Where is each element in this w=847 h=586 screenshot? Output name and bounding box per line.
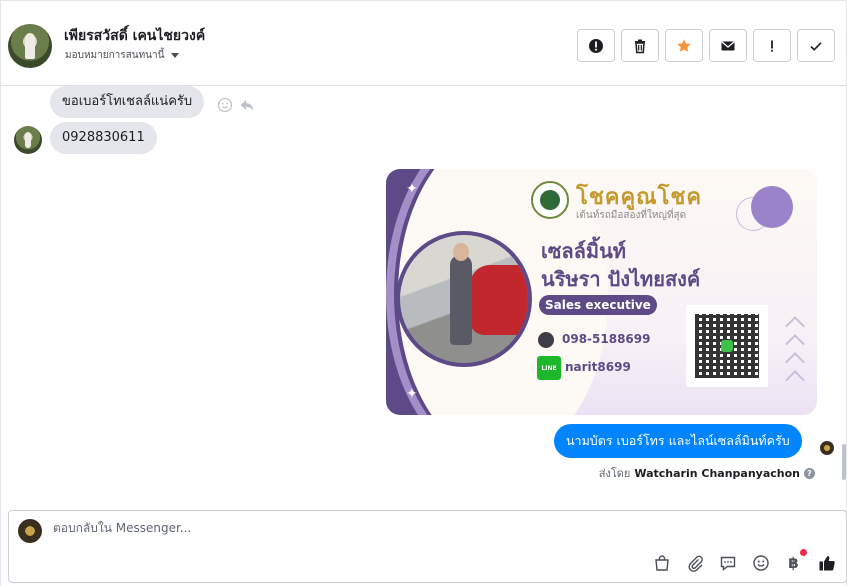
shop-button[interactable] bbox=[652, 553, 671, 572]
star-button[interactable] bbox=[665, 29, 703, 62]
conversation-actions bbox=[577, 29, 835, 62]
check-icon bbox=[810, 41, 822, 51]
sent-by-label: ส่งโดย bbox=[598, 467, 631, 480]
star-icon bbox=[677, 38, 691, 52]
saved-replies-button[interactable] bbox=[718, 553, 737, 572]
contact-avatar-small bbox=[14, 126, 42, 154]
delete-button[interactable] bbox=[621, 29, 659, 62]
reply-input[interactable] bbox=[53, 521, 613, 535]
messenger-conversation: เพียรสวัสดิ์ เคนไชยวงค์ มอบหมายการสนทนาน… bbox=[0, 0, 847, 586]
mark-unread-button[interactable] bbox=[709, 29, 747, 62]
payment-icon: ฿ bbox=[788, 553, 799, 572]
trash-icon bbox=[635, 39, 645, 53]
assign-conversation-dropdown[interactable]: มอบหมายการสนทนานี้ bbox=[65, 48, 180, 63]
attach-button[interactable] bbox=[685, 553, 704, 572]
line-icon: LINE bbox=[537, 356, 561, 380]
qr-code bbox=[686, 305, 768, 387]
brand-tagline: เต้นท์รถมือสองที่ใหญ่ที่สุด bbox=[576, 210, 687, 221]
business-card-image[interactable]: ✦ ✦ โชคคูณโชค เต้นท์รถมือสองที่ใหญ่ที่สุ… bbox=[386, 169, 817, 415]
outgoing-message: นามบัตร เบอร์โทร และไลน์เซลล์มินท์ครับ bbox=[554, 424, 802, 458]
help-icon[interactable]: ? bbox=[804, 467, 815, 479]
mark-done-button[interactable] bbox=[797, 29, 835, 62]
contact-avatar[interactable] bbox=[8, 24, 52, 68]
like-button[interactable] bbox=[817, 553, 836, 572]
scrollbar[interactable] bbox=[842, 444, 846, 480]
message-actions bbox=[217, 97, 255, 113]
reply-icon[interactable] bbox=[239, 97, 255, 113]
page-avatar bbox=[18, 519, 42, 543]
brand-logo bbox=[531, 181, 569, 219]
contact-name[interactable]: เพียรสวัสดิ์ เคนไชยวงค์ bbox=[64, 25, 205, 47]
sent-by-name[interactable]: Watcharin Chanpanyachon bbox=[634, 467, 800, 480]
incoming-message: 0928830611 bbox=[50, 122, 157, 154]
page-avatar-read-receipt bbox=[820, 441, 834, 455]
shop-icon bbox=[654, 554, 669, 571]
conversation-header: เพียรสวัสดิ์ เคนไชยวงค์ มอบหมายการสนทนาน… bbox=[1, 0, 847, 86]
caret-down-icon bbox=[171, 53, 180, 58]
assign-label: มอบหมายการสนทนานี้ bbox=[65, 50, 165, 61]
exclamation-icon bbox=[771, 40, 773, 52]
salesperson-fullname: นริษรา ปังไทยสงค์ bbox=[541, 267, 701, 291]
like-icon bbox=[819, 555, 835, 570]
composer-tools: ฿ bbox=[652, 549, 836, 572]
reply-composer: ฿ bbox=[8, 510, 847, 583]
mark-spam-button[interactable] bbox=[577, 29, 615, 62]
sparkle-icon: ✦ bbox=[406, 386, 418, 402]
emoji-react-icon[interactable] bbox=[217, 97, 233, 113]
card-line-id: narit8699 bbox=[565, 360, 631, 374]
salesperson-photo bbox=[396, 231, 532, 367]
role-badge: Sales executive bbox=[539, 295, 657, 315]
phone-icon bbox=[538, 332, 554, 348]
payment-button[interactable]: ฿ bbox=[784, 549, 807, 572]
follow-up-button[interactable] bbox=[753, 29, 791, 62]
sparkle-icon: ✦ bbox=[406, 181, 418, 197]
emoji-button[interactable] bbox=[751, 553, 770, 572]
attachment-icon bbox=[687, 555, 703, 572]
decor-chevrons bbox=[785, 316, 805, 390]
saved-reply-icon bbox=[720, 556, 735, 571]
incoming-message: ขอเบอร์โทเชลล์แน่ครับ bbox=[50, 86, 205, 118]
sent-by-info: ส่งโดย Watcharin Chanpanyachon ? bbox=[599, 464, 815, 482]
emoji-icon bbox=[752, 554, 769, 571]
notification-dot bbox=[800, 549, 807, 556]
card-phone: 098-5188699 bbox=[562, 332, 651, 346]
envelope-icon bbox=[721, 41, 735, 50]
alert-icon bbox=[589, 38, 603, 53]
decor-circle bbox=[751, 186, 793, 228]
